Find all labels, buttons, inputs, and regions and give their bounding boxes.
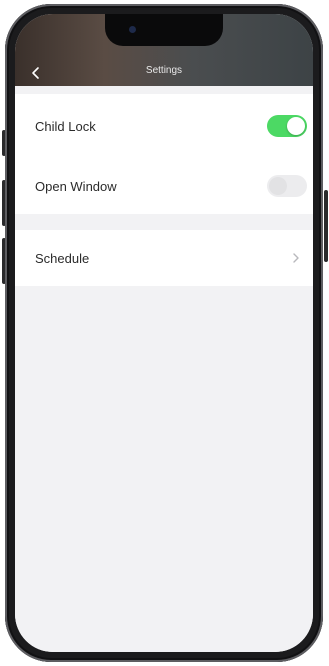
notch [105,14,223,46]
back-button[interactable] [25,62,47,84]
schedule-row[interactable]: Schedule [15,230,313,286]
phone-screen: Settings Child Lock Open Window Schedule [15,14,313,652]
open-window-row: Open Window [15,158,313,214]
camera-icon [129,26,136,33]
chevron-right-icon [289,251,303,265]
child-lock-row: Child Lock [15,94,313,158]
screenshot-canvas: Settings Child Lock Open Window Schedule [0,0,329,666]
child-lock-label: Child Lock [35,118,96,134]
power-button [324,190,328,262]
open-window-label: Open Window [35,178,117,194]
child-lock-toggle[interactable] [267,115,307,137]
page-title: Settings [145,65,183,76]
phone-frame: Settings Child Lock Open Window Schedule [5,4,323,662]
chevron-left-icon [32,67,39,79]
toggle-settings-group: Child Lock Open Window [15,94,313,214]
schedule-group: Schedule [15,230,313,286]
empty-content-area [15,286,313,652]
navigation-bar: Settings [15,14,313,86]
toggle-knob [269,177,287,195]
schedule-label: Schedule [35,250,90,266]
toggle-knob [287,117,305,135]
open-window-toggle[interactable] [267,175,307,197]
